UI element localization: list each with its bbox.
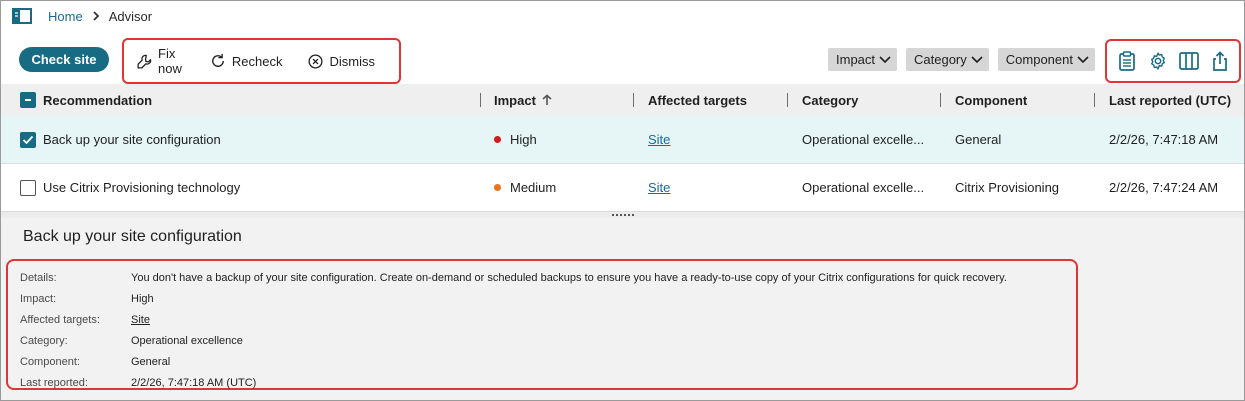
gear-icon[interactable] (1147, 50, 1169, 72)
detail-label: Affected targets: (20, 314, 100, 326)
share-icon[interactable] (1209, 50, 1231, 72)
checkbox-icon (20, 131, 36, 148)
category-filter-label: Category (914, 52, 967, 67)
header-impact-label: Impact (494, 92, 536, 108)
filter-bar: Impact Category Component (828, 48, 1104, 71)
recheck-label: Recheck (231, 53, 283, 69)
dismiss-label: Dismiss (329, 53, 376, 69)
impact-high-dot (494, 136, 501, 143)
category-filter[interactable]: Category (906, 48, 989, 71)
detail-value: Operational excellence (131, 335, 243, 347)
table-row[interactable]: Back up your site configuration High Sit… (1, 116, 1244, 164)
detail-site-link[interactable]: Site (131, 314, 150, 326)
checkbox-icon (20, 179, 36, 196)
detail-label: Last reported: (20, 377, 88, 389)
detail-label: Impact: (20, 293, 57, 305)
header-last-reported[interactable]: Last reported (UTC) (1109, 84, 1231, 116)
detail-label: Category: (20, 335, 68, 347)
cell-recommendation: Back up your site configuration (43, 132, 221, 147)
cell-component: Citrix Provisioning (955, 180, 1060, 195)
sort-up-icon (542, 94, 552, 106)
detail-row-details: Details: You don't have a backup of your… (20, 269, 1007, 287)
detail-row-category: Category: Operational excellence (20, 332, 243, 350)
header-affected-targets[interactable]: Affected targets (648, 84, 747, 116)
header-category[interactable]: Category (802, 84, 858, 116)
cell-last-reported: 2/2/26, 7:47:18 AM (1109, 132, 1219, 147)
cell-category: Operational excelle... (802, 132, 925, 147)
cell-affected-targets: Site (648, 116, 670, 163)
detail-label: Component: (20, 356, 80, 368)
detail-row-impact: Impact: High (20, 290, 154, 308)
action-toolbar: Fix now Recheck Dismiss (122, 38, 401, 84)
column-divider[interactable] (1094, 93, 1095, 107)
column-divider[interactable] (633, 93, 634, 107)
cell-component: General (955, 132, 1002, 147)
recommendations-table: Recommendation Impact Affected targets C… (1, 84, 1244, 212)
impact-filter-label: Impact (836, 52, 876, 67)
cell-impact: High (494, 116, 537, 163)
impact-medium-dot (494, 184, 501, 191)
cell-recommendation: Use Citrix Provisioning technology (43, 180, 241, 195)
detail-value: General (131, 356, 171, 368)
breadcrumb: Home Advisor (12, 7, 152, 25)
table-row[interactable]: Use Citrix Provisioning technology Mediu… (1, 164, 1244, 212)
detail-panel: Back up your site configuration Details:… (1, 218, 1244, 400)
grip-icon (611, 214, 634, 216)
select-all-checkbox[interactable] (20, 84, 36, 116)
check-site-button[interactable]: Check site (19, 47, 109, 72)
cell-affected-targets: Site (648, 164, 670, 211)
sidebar-toggle-icon[interactable] (12, 8, 32, 24)
detail-row-affected-targets: Affected targets: Site (20, 311, 150, 329)
site-link[interactable]: Site (648, 132, 670, 147)
table-header: Recommendation Impact Affected targets C… (1, 84, 1244, 116)
breadcrumb-home[interactable]: Home (48, 9, 83, 24)
detail-value: High (131, 293, 154, 305)
component-filter[interactable]: Component (997, 48, 1095, 71)
detail-title: Back up your site configuration (23, 228, 242, 245)
refresh-icon (209, 52, 227, 70)
detail-properties: Details: You don't have a backup of your… (6, 259, 1078, 390)
column-divider[interactable] (940, 93, 941, 107)
breadcrumb-current: Advisor (108, 8, 153, 24)
checkbox-icon (20, 92, 36, 108)
chevron-down-icon (1077, 55, 1089, 65)
close-circle-icon (307, 52, 325, 70)
detail-value: You don't have a backup of your site con… (131, 272, 1007, 284)
cell-impact-label: High (510, 132, 537, 147)
view-tools (1105, 39, 1241, 83)
impact-filter[interactable]: Impact (828, 48, 898, 71)
clipboard-icon[interactable] (1116, 50, 1138, 72)
header-impact[interactable]: Impact (494, 84, 552, 116)
component-filter-label: Component (1005, 52, 1073, 67)
cell-last-reported: 2/2/26, 7:47:24 AM (1109, 180, 1219, 195)
cell-impact-label: Medium (510, 180, 557, 195)
row-checkbox[interactable] (20, 164, 36, 211)
column-divider[interactable] (480, 93, 481, 107)
row-checkbox[interactable] (20, 116, 36, 163)
dismiss-button[interactable]: Dismiss (307, 49, 376, 73)
wrench-icon (136, 52, 153, 70)
site-link[interactable]: Site (648, 180, 670, 195)
column-divider[interactable] (787, 93, 788, 107)
recheck-button[interactable]: Recheck (209, 49, 283, 73)
header-component[interactable]: Component (955, 84, 1027, 116)
detail-value: 2/2/26, 7:47:18 AM (UTC) (131, 377, 257, 389)
detail-row-last-reported: Last reported: 2/2/26, 7:47:18 AM (UTC) (20, 374, 256, 392)
detail-label: Details: (20, 272, 57, 284)
columns-icon[interactable] (1178, 50, 1200, 72)
detail-row-component: Component: General (20, 353, 170, 371)
chevron-right-icon (92, 10, 100, 22)
cell-impact: Medium (494, 164, 556, 211)
chevron-down-icon (879, 55, 891, 65)
header-recommendation[interactable]: Recommendation (43, 84, 152, 116)
fix-now-button[interactable]: Fix now (136, 46, 185, 76)
fix-now-label: Fix now (158, 46, 182, 76)
chevron-down-icon (971, 55, 983, 65)
cell-category: Operational excelle... (802, 180, 925, 195)
